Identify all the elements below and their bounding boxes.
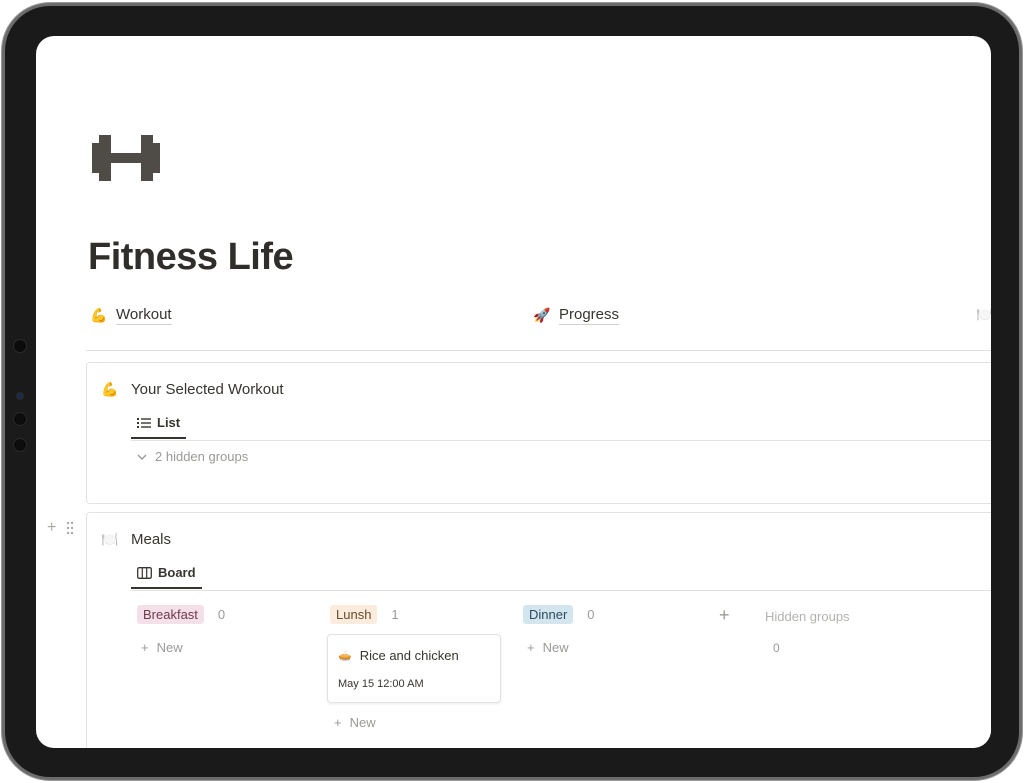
new-card-label: New [349, 715, 376, 730]
sensor-dot [13, 412, 27, 426]
workout-database-block: 💪 Your Selected Workout List 2 hidden gr… [86, 362, 991, 504]
flexed-biceps-icon: 💪 [90, 307, 108, 323]
card-title-text: Rice and chicken [359, 648, 459, 663]
meals-page-link[interactable]: 🍽️ [976, 306, 991, 323]
board-column-breakfast: Breakfast 0 + New [137, 605, 225, 655]
meals-block-header[interactable]: 🍽️ Meals [101, 531, 171, 548]
view-tab-rule [131, 590, 991, 591]
hidden-groups-label: 2 hidden groups [155, 449, 249, 464]
page-links-row: 💪 Workout 🚀 Progress 🍽️ [36, 306, 991, 332]
divider [86, 350, 991, 351]
new-card-button[interactable]: + New [141, 640, 225, 655]
workout-link-label: Workout [116, 306, 172, 325]
progress-page-link[interactable]: 🚀 Progress [533, 306, 620, 325]
workout-page-link[interactable]: 💪 Workout [90, 306, 172, 325]
workout-block-header[interactable]: 💪 Your Selected Workout [101, 381, 284, 398]
view-tab-rule [131, 440, 991, 441]
board-column-lunsh: Lunsh 1 🥧 Rice and chicken May 15 12:00 … [327, 605, 501, 730]
hidden-groups-toggle[interactable]: 2 hidden groups [137, 449, 248, 464]
view-tab-board[interactable]: Board [131, 565, 202, 589]
group-count: 1 [391, 607, 399, 622]
group-tag: Breakfast [137, 605, 204, 624]
card-title: 🥧 Rice and chicken [338, 648, 490, 663]
pie-icon: 🥧 [338, 650, 352, 662]
fork-knife-icon: 🍽️ [976, 306, 991, 322]
board-icon [137, 566, 152, 579]
group-tag: Dinner [523, 605, 574, 624]
sensor-dot [13, 339, 27, 353]
plus-icon: + [527, 640, 535, 655]
drag-handle-icon[interactable] [66, 521, 74, 535]
view-tab-list-label: List [157, 415, 181, 430]
sensor-dot [13, 438, 27, 452]
new-card-button[interactable]: + New [334, 715, 501, 730]
view-tab-board-label: Board [158, 565, 196, 580]
group-tag: Lunsh [330, 605, 378, 624]
camera-dot [16, 392, 24, 400]
add-group-plus-icon[interactable]: + [719, 605, 730, 626]
list-icon [137, 417, 151, 428]
new-card-button[interactable]: + New [527, 640, 595, 655]
column-header[interactable]: Dinner 0 [523, 605, 595, 624]
flexed-biceps-icon: 💪 [101, 381, 119, 397]
plus-icon: + [141, 640, 149, 655]
meals-database-block: 🍽️ Meals Board Breakfast 0 + New Lunsh 1… [86, 512, 991, 748]
group-count: 0 [587, 607, 595, 622]
plus-icon: + [334, 715, 342, 730]
dumbbell-icon [92, 135, 160, 181]
fork-knife-icon: 🍽️ [101, 531, 119, 547]
new-card-label: New [156, 640, 183, 655]
new-card-label: New [542, 640, 569, 655]
progress-link-label: Progress [559, 306, 620, 325]
card-date: May 15 12:00 AM [338, 678, 424, 690]
block-handles: + [47, 519, 74, 537]
rocket-icon: 🚀 [533, 307, 551, 323]
meals-block-title: Meals [131, 531, 172, 548]
screen: Fitness Life 💪 Workout 🚀 Progress 🍽️ 💪 Y… [36, 36, 991, 748]
hidden-groups-count: 0 [773, 641, 780, 655]
board-column-dinner: Dinner 0 + New [523, 605, 595, 655]
column-header[interactable]: Breakfast 0 [137, 605, 225, 624]
chevron-down-icon [137, 454, 147, 460]
view-tab-list[interactable]: List [131, 415, 187, 439]
hidden-groups-label[interactable]: Hidden groups [765, 609, 850, 624]
column-header[interactable]: Lunsh 1 [330, 605, 501, 624]
add-block-icon[interactable]: + [47, 519, 56, 537]
page-title: Fitness Life [88, 236, 294, 278]
group-count: 0 [217, 607, 226, 622]
board-card[interactable]: 🥧 Rice and chicken May 15 12:00 AM [327, 634, 501, 703]
workout-block-title: Your Selected Workout [131, 381, 284, 398]
